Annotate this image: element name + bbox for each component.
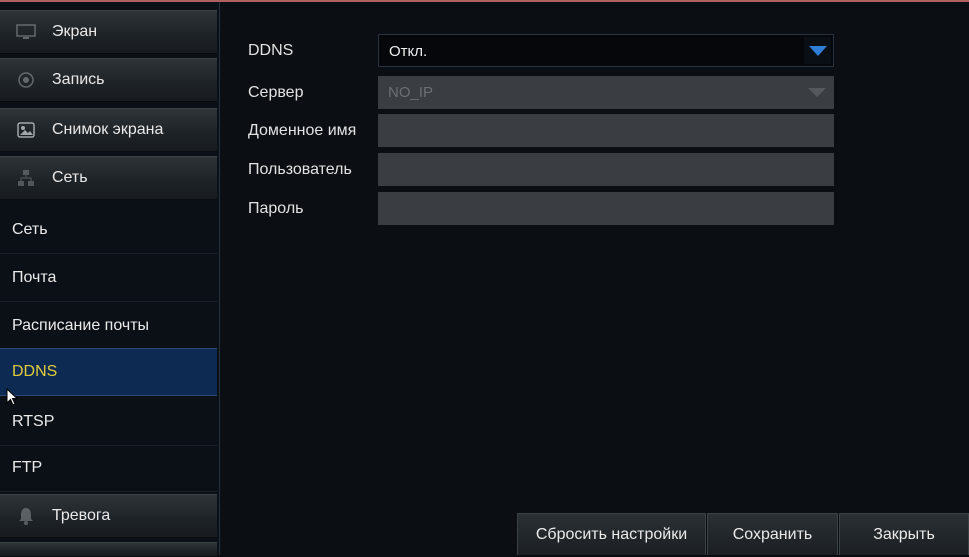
server-row: Сервер NO_IP <box>220 76 969 110</box>
sidebar-category-network[interactable]: Сеть <box>0 156 217 200</box>
user-input <box>378 153 834 186</box>
record-icon <box>16 71 36 89</box>
sidebar-item-label: DDNS <box>12 363 58 380</box>
sidebar-category-display[interactable]: Экран <box>0 10 217 54</box>
close-button[interactable]: Закрыть <box>839 513 969 555</box>
chevron-down-icon[interactable] <box>804 37 831 64</box>
sidebar-category-record[interactable]: Запись <box>0 58 217 102</box>
server-label: Сервер <box>248 84 304 101</box>
sidebar-category-label: Тревога <box>52 507 111 524</box>
sidebar-category-label: Снимок экрана <box>52 121 164 138</box>
sidebar-item-label: RTSP <box>12 412 55 430</box>
domain-label: Доменное имя <box>248 122 357 139</box>
snapshot-icon <box>16 121 36 139</box>
password-row: Пароль <box>220 192 969 226</box>
ddns-row: DDNS Откл. <box>220 34 969 68</box>
sidebar-item-label: Почта <box>12 268 57 286</box>
sidebar-item-label: Сеть <box>12 220 48 238</box>
sidebar-item-rtsp[interactable]: RTSP <box>0 398 217 446</box>
sidebar-category-label: Сеть <box>52 169 88 186</box>
sidebar-item-ftp[interactable]: FTP <box>0 444 217 492</box>
reset-button[interactable]: Сбросить настройки <box>517 513 706 555</box>
domain-input <box>378 114 834 147</box>
chevron-down-icon <box>808 88 826 97</box>
server-select: NO_IP <box>378 76 834 109</box>
user-row: Пользователь <box>220 153 969 187</box>
ddns-label: DDNS <box>248 42 294 59</box>
network-icon <box>16 169 36 187</box>
sidebar-item-ddns[interactable]: DDNS <box>0 348 217 396</box>
alarm-icon <box>16 507 36 525</box>
sidebar-category-snapshot[interactable]: Снимок экрана <box>0 108 217 152</box>
sidebar: Экран Запись Снимок экрана Сеть Сеть Поч… <box>0 2 220 557</box>
sidebar-item-network[interactable]: Сеть <box>0 206 217 254</box>
sidebar-category-label: Запись <box>52 71 105 88</box>
sidebar-item-mail[interactable]: Почта <box>0 254 217 302</box>
monitor-icon <box>16 23 36 41</box>
domain-row: Доменное имя <box>220 114 969 148</box>
password-input <box>378 192 834 225</box>
save-button[interactable]: Сохранить <box>707 513 838 555</box>
sidebar-item-label: Расписание почты <box>12 316 150 334</box>
sidebar-item-label: FTP <box>12 458 43 476</box>
server-select-value: NO_IP <box>388 84 434 101</box>
sidebar-category-alarm[interactable]: Тревога <box>0 494 217 538</box>
sidebar-item-mail-schedule[interactable]: Расписание почты <box>0 302 217 350</box>
mouse-cursor-icon <box>6 388 19 406</box>
sidebar-category-label: Экран <box>52 23 98 40</box>
ddns-select-value: Откл. <box>389 43 428 60</box>
password-label: Пароль <box>248 200 304 217</box>
ddns-settings-panel: DDNS Откл. Сервер NO_IP Доменное имя Пол… <box>220 2 969 555</box>
ddns-select[interactable]: Откл. <box>378 34 834 67</box>
user-label: Пользователь <box>248 161 352 178</box>
